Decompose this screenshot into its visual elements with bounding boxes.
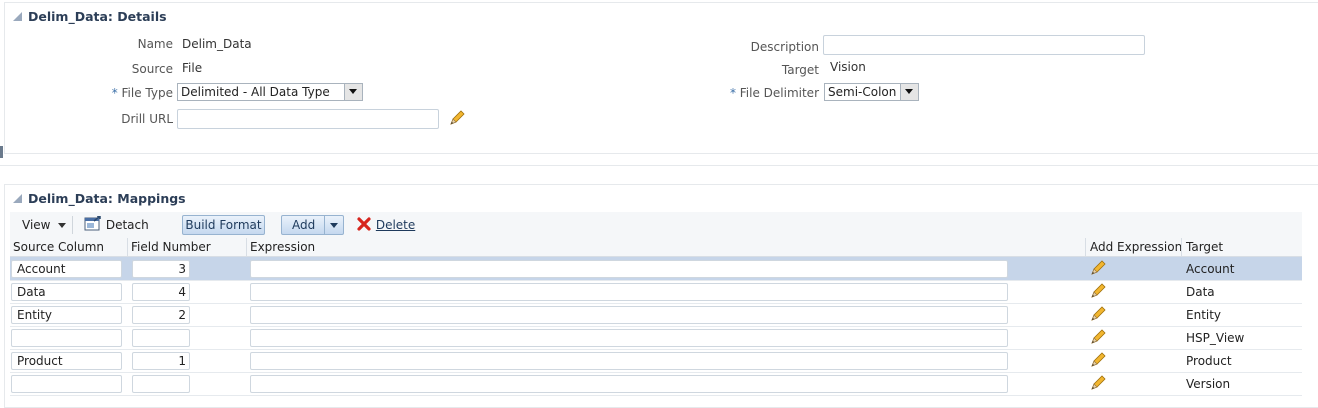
- detach-icon: [84, 215, 101, 231]
- col-target[interactable]: Target: [1186, 240, 1223, 254]
- field-number-input[interactable]: [132, 329, 190, 347]
- source-column-input[interactable]: [11, 375, 122, 393]
- details-panel: Delim_Data: Details Name Delim_Data Sour…: [4, 2, 1318, 154]
- target-cell: Product: [1186, 354, 1232, 368]
- target-cell: Entity: [1186, 308, 1222, 322]
- source-column-input[interactable]: Account: [11, 260, 122, 278]
- edit-pencil-icon[interactable]: [448, 109, 466, 127]
- col-field-number[interactable]: Field Number: [131, 240, 211, 254]
- delete-x-icon: [357, 217, 371, 231]
- field-number-input[interactable]: [132, 375, 190, 393]
- field-number-input[interactable]: 1: [132, 352, 190, 370]
- expression-input[interactable]: [250, 260, 1008, 278]
- drill-url-label: Drill URL: [121, 112, 173, 126]
- file-delimiter-select[interactable]: Semi-Colon: [824, 83, 919, 101]
- table-row[interactable]: Account 3 Account: [10, 257, 1302, 281]
- target-value: Vision: [830, 60, 866, 74]
- add-expression-pencil-icon[interactable]: [1089, 282, 1107, 303]
- table-row[interactable]: Version: [10, 372, 1302, 396]
- target-cell: Version: [1186, 377, 1231, 391]
- mappings-header[interactable]: Delim_Data: Mappings: [13, 191, 186, 206]
- dropdown-arrow-icon: [58, 223, 67, 228]
- add-expression-pencil-icon[interactable]: [1089, 351, 1107, 372]
- expression-input[interactable]: [250, 283, 1008, 301]
- add-button[interactable]: Add: [281, 215, 344, 235]
- col-add-expression[interactable]: Add Expression: [1090, 240, 1182, 254]
- mappings-title: Delim_Data: Mappings: [28, 191, 186, 206]
- source-column-input[interactable]: [11, 329, 122, 347]
- source-column-input[interactable]: Data: [11, 283, 122, 301]
- chevron-down-icon[interactable]: [900, 84, 918, 100]
- table-header: Source Column Field Number Expression Ad…: [10, 238, 1302, 257]
- source-value: File: [182, 61, 203, 75]
- details-title: Delim_Data: Details: [28, 9, 167, 24]
- source-column-input[interactable]: Product: [11, 352, 122, 370]
- expression-input[interactable]: [250, 352, 1008, 370]
- table-row[interactable]: Entity 2 Entity: [10, 303, 1302, 327]
- detach-button[interactable]: Detach: [84, 215, 149, 235]
- name-label: Name: [137, 37, 173, 51]
- file-delimiter-label: * File Delimiter: [729, 86, 819, 100]
- add-expression-pencil-icon[interactable]: [1089, 374, 1107, 395]
- col-expression[interactable]: Expression: [250, 240, 315, 254]
- add-expression-pencil-icon[interactable]: [1089, 328, 1107, 349]
- chevron-down-icon[interactable]: [344, 84, 362, 100]
- splitter-handle[interactable]: [0, 146, 3, 158]
- target-label: Target: [781, 63, 819, 77]
- table-row[interactable]: HSP_View: [10, 326, 1302, 350]
- view-menu-button[interactable]: View: [22, 215, 67, 235]
- field-number-input[interactable]: 4: [132, 283, 190, 301]
- file-type-select[interactable]: Delimited - All Data Type: [177, 83, 363, 101]
- table-row[interactable]: Data 4 Data: [10, 280, 1302, 304]
- required-marker: *: [111, 86, 118, 100]
- field-number-input[interactable]: 3: [132, 260, 190, 278]
- field-number-input[interactable]: 2: [132, 306, 190, 324]
- target-cell: Account: [1186, 262, 1235, 276]
- collapse-triangle-icon[interactable]: [13, 12, 22, 21]
- panel-divider: [0, 165, 1318, 166]
- mappings-toolbar: View Detach Build Format Add Delete: [10, 212, 1302, 238]
- source-column-input[interactable]: Entity: [11, 306, 122, 324]
- description-input[interactable]: [823, 35, 1145, 55]
- target-cell: Data: [1186, 285, 1215, 299]
- expression-input[interactable]: [250, 329, 1008, 347]
- drill-url-input[interactable]: [177, 109, 439, 129]
- source-label: Source: [131, 62, 173, 76]
- add-expression-pencil-icon[interactable]: [1089, 259, 1107, 280]
- description-label: Description: [750, 40, 819, 54]
- collapse-triangle-icon[interactable]: [13, 194, 22, 203]
- toolbar-separator: [72, 216, 73, 234]
- target-cell: HSP_View: [1186, 331, 1245, 345]
- col-source-column[interactable]: Source Column: [13, 240, 104, 254]
- expression-input[interactable]: [250, 375, 1008, 393]
- delete-button[interactable]: Delete: [356, 215, 415, 235]
- file-type-label: * File Type: [111, 86, 173, 100]
- details-header[interactable]: Delim_Data: Details: [13, 9, 167, 24]
- table-row[interactable]: Product 1 Product: [10, 349, 1302, 373]
- build-format-button[interactable]: Build Format: [182, 215, 265, 235]
- name-value: Delim_Data: [182, 37, 252, 51]
- expression-input[interactable]: [250, 306, 1008, 324]
- add-expression-pencil-icon[interactable]: [1089, 305, 1107, 326]
